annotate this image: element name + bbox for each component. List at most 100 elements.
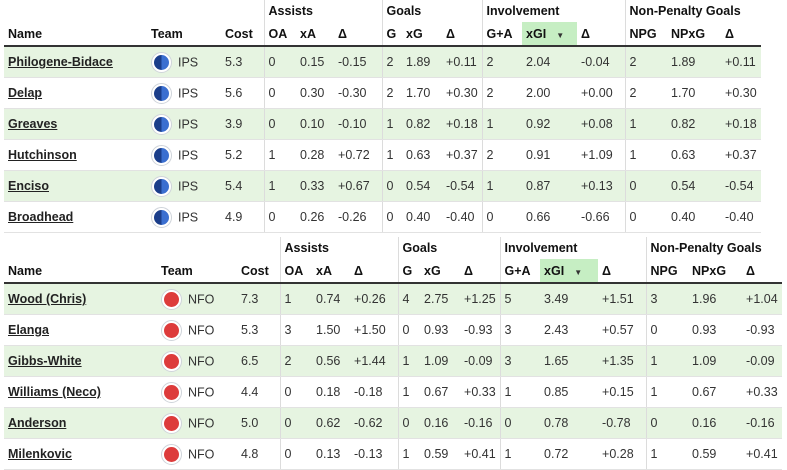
team-code: NFO [188,385,215,399]
player-name-link[interactable]: Gibbs-White [8,354,82,368]
npxg-header[interactable]: NPxG [667,22,722,47]
cell-ga: 1 [499,376,541,408]
npxg-header[interactable]: NPxG [688,259,743,284]
cell-xg: 0.93 [420,314,461,346]
player-name-link[interactable]: Delap [8,86,42,100]
column-label: xG [406,26,423,41]
player-name-link[interactable]: Hutchinson [8,148,77,162]
column-label: Δ [725,26,735,41]
cell-da: -0.62 [350,407,399,439]
cell-dgi: -0.04 [577,46,626,78]
cell-xa: 0.18 [312,376,351,408]
involvement-delta-header[interactable]: Δ [598,259,647,284]
cell-team: IPS [147,201,221,233]
cell-xa: 0.13 [312,438,351,470]
sort-desc-icon: ▼ [556,30,565,40]
cell-g: 0 [397,407,421,439]
cell-dg: +0.11 [442,46,483,78]
cell-dnp: -0.93 [742,314,783,346]
player-name-link[interactable]: Philogene-Bidace [8,55,113,69]
cell-ga: 1 [481,170,523,202]
cell-da: -0.30 [334,77,383,109]
ga-header[interactable]: G+A [481,22,523,47]
cell-g: 0 [381,170,403,202]
npg-header[interactable]: NPG [624,22,668,47]
cell-team: NFO [157,407,237,439]
player-row: Delap IPS 5.6 0 0.30 -0.30 2 1.70 +0.30 2 2.00 +0.0… [4,77,762,109]
ips-crest-icon [151,175,172,197]
cell-npg: 0 [624,170,668,202]
column-label: Name [8,26,43,41]
cell-oa: 0 [263,201,297,233]
cell-da: +0.26 [350,283,399,315]
cell-npg: 1 [624,139,668,171]
cell-xgi: 0.92 [522,108,578,140]
cell-name: Delap [4,77,147,109]
g-header[interactable]: G [381,22,403,47]
cell-xa: 0.56 [312,345,351,377]
cell-dnp: -0.16 [742,407,783,439]
cell-da: -0.26 [334,201,383,233]
xa-header[interactable]: xA [312,259,351,284]
npg-header[interactable]: NPG [645,259,689,284]
name-header[interactable]: Name [4,259,157,284]
assists-delta-header[interactable]: Δ [350,259,399,284]
cell-xgi: 2.00 [522,77,578,109]
cell-dgi: +0.57 [598,314,647,346]
cell-xgi: 0.91 [522,139,578,171]
player-name-link[interactable]: Broadhead [8,210,73,224]
cell-dnp: +0.33 [742,376,783,408]
ga-header[interactable]: G+A [499,259,541,284]
name-header[interactable]: Name [4,22,147,47]
cell-g: 1 [381,139,403,171]
cell-npxg: 0.67 [688,376,743,408]
player-name-link[interactable]: Anderson [8,416,66,430]
team-code: IPS [178,117,199,131]
player-name-link[interactable]: Enciso [8,179,49,193]
team-header[interactable]: Team [157,259,237,284]
nfo-crest-icon [161,443,182,465]
player-name-link[interactable]: Greaves [8,117,57,131]
cell-npg: 2 [624,46,668,78]
assists-group-header: Assists [279,237,399,259]
nfo-crest-icon [161,412,182,434]
cost-header[interactable]: Cost [221,22,265,47]
team-code: NFO [188,292,215,306]
column-label: Δ [746,263,756,278]
xa-header[interactable]: xA [296,22,335,47]
team-header[interactable]: Team [147,22,221,47]
non-penalty-delta-header[interactable]: Δ [721,22,762,47]
cell-xg: 1.89 [402,46,443,78]
cell-npg: 0 [624,201,668,233]
oa-header[interactable]: OA [263,22,297,47]
xgi-header[interactable]: xGI ▼ [540,259,599,284]
cell-xg: 0.82 [402,108,443,140]
cell-cost: 4.4 [237,376,281,408]
xg-header[interactable]: xG [420,259,461,284]
player-name-link[interactable]: Elanga [8,323,49,337]
cell-da: -0.13 [350,438,399,470]
involvement-delta-header[interactable]: Δ [577,22,626,47]
player-name-link[interactable]: Williams (Neco) [8,385,101,399]
cell-dg: +1.25 [460,283,501,315]
goals-delta-header[interactable]: Δ [460,259,501,284]
sort-desc-icon: ▼ [574,267,583,277]
non-penalty-delta-header[interactable]: Δ [742,259,783,284]
goals-delta-header[interactable]: Δ [442,22,483,47]
xgi-header[interactable]: xGI ▼ [522,22,578,47]
nfo-crest-icon [161,288,182,310]
player-row: Philogene-Bidace IPS 5.3 0 0.15 -0.15 2 1.89 +0.… [4,46,762,78]
player-name-link[interactable]: Milenkovic [8,447,72,461]
team-code: NFO [188,323,215,337]
cell-npxg: 1.09 [688,345,743,377]
player-name-link[interactable]: Wood (Chris) [8,292,86,306]
oa-header[interactable]: OA [279,259,313,284]
team-code: IPS [178,86,199,100]
g-header[interactable]: G [397,259,421,284]
cell-npg: 3 [645,283,689,315]
xg-header[interactable]: xG [402,22,443,47]
cell-oa: 0 [279,376,313,408]
assists-delta-header[interactable]: Δ [334,22,383,47]
column-label: Δ [446,26,455,41]
cost-header[interactable]: Cost [237,259,281,284]
